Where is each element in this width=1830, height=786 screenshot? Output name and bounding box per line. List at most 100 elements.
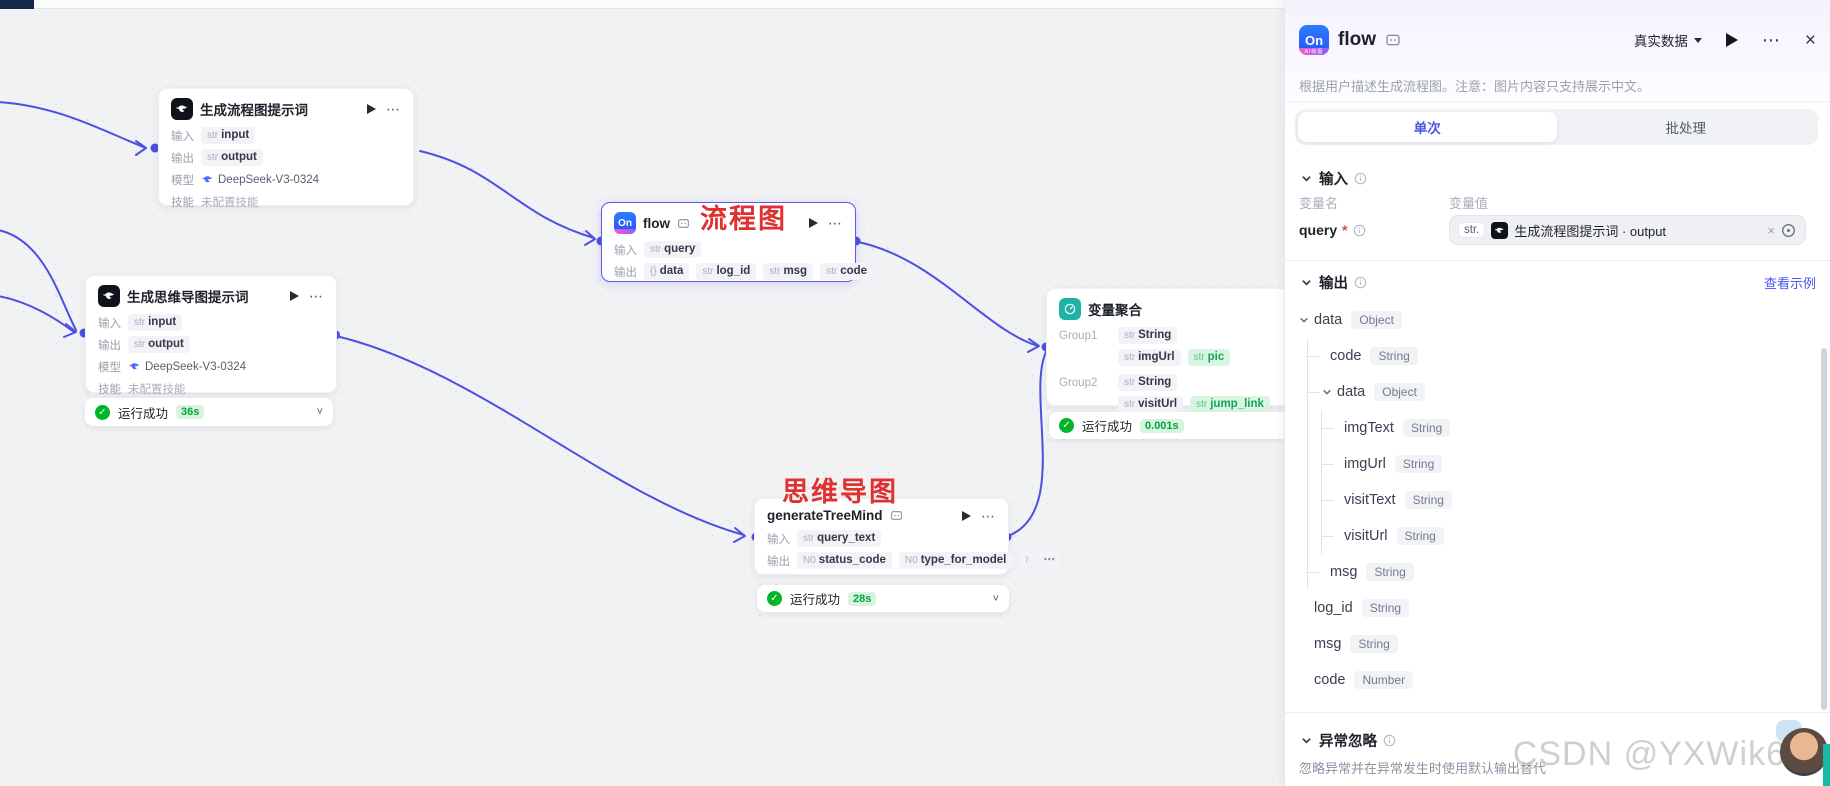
watermark-avatar [1776, 720, 1828, 776]
tree-row: data Object [1299, 302, 1816, 338]
run-status-text: 运行成功 [790, 593, 841, 607]
annotation-mindmap: 思维导图 [782, 477, 898, 507]
deepseek-ref-icon [1491, 221, 1509, 239]
param-chip: N0co [1019, 552, 1032, 569]
model-label: 模型 [98, 361, 121, 374]
output-label: 输出 [171, 152, 194, 165]
run-node-button[interactable] [367, 104, 376, 114]
node-more-button[interactable]: ⋯ [828, 216, 843, 230]
tab-batch[interactable]: 批处理 [1557, 112, 1816, 142]
panel-title: flow [1338, 29, 1376, 50]
info-icon[interactable] [1354, 276, 1367, 289]
plugin-badge-icon [678, 218, 689, 228]
skill-label: 技能 [98, 383, 121, 396]
input-label: 输入 [98, 317, 121, 330]
param-chip: str input [128, 314, 183, 331]
chevron-down-icon[interactable]: ˅ [317, 406, 323, 418]
node-d-run-status[interactable]: ✓ 运行成功 0.001s [1049, 412, 1289, 439]
aggregate-node-icon [1059, 298, 1081, 320]
node-description: 根据用户描述生成流程图。注意：图片内容只支持展示中文。 [1299, 79, 1651, 94]
data-mode-dropdown[interactable]: 真实数据 [1634, 30, 1702, 50]
exception-section-title: 异常忽略 [1319, 734, 1377, 750]
tree-row: msg String [1308, 554, 1816, 590]
query-value-field[interactable]: str. 生成流程图提示词 · output × [1449, 215, 1806, 245]
info-icon[interactable] [1383, 734, 1396, 747]
more-params-chip[interactable]: ⋯ [1038, 552, 1060, 569]
param-chip: str msg [763, 263, 814, 280]
param-chip: str visitUrl [1118, 396, 1184, 413]
tree-row: visitText String [1322, 482, 1816, 518]
node-mindmap-prompt[interactable]: 生成思维导图提示词 ⋯ 输入 str input 输出 str output 模型 … [85, 275, 337, 396]
node-e-run-status[interactable]: ✓ 运行成功 28s ˅ [757, 585, 1009, 612]
output-label: 输出 [767, 555, 790, 568]
run-duration-badge: 28s [848, 591, 877, 606]
param-chip: {} data [644, 263, 690, 280]
run-node-button[interactable] [809, 218, 818, 228]
run-node-button[interactable] [290, 291, 299, 301]
deepseek-node-icon [98, 285, 120, 307]
chevron-down-icon[interactable]: ˅ [993, 593, 999, 605]
run-panel-button[interactable] [1725, 33, 1738, 47]
node-flowchart-prompt[interactable]: 生成流程图提示词 ⋯ 输入 str input 输出 str output 模型 D… [158, 88, 414, 209]
param-chip: str output [201, 149, 263, 166]
tree-row: code Number [1299, 662, 1816, 698]
param-chip: str code [820, 263, 874, 280]
skill-value: 未配置技能 [201, 196, 259, 209]
node-more-button[interactable]: ⋯ [309, 289, 324, 303]
group-label: Group2 [1059, 376, 1098, 389]
skill-value: 未配置技能 [128, 383, 186, 396]
model-whale-icon [129, 363, 140, 370]
reference-target-icon[interactable] [1781, 223, 1797, 238]
value-reference-text: 生成流程图提示词 · output [1514, 223, 1667, 239]
view-example-link[interactable]: 查看示例 [1764, 273, 1816, 292]
collapse-exception-chevron[interactable] [1299, 734, 1313, 748]
collapse-output-chevron[interactable] [1299, 276, 1313, 290]
param-chip: str String [1118, 374, 1178, 391]
annotation-flowchart: 流程图 [700, 204, 787, 234]
model-value: DeepSeek-V3-0324 [128, 360, 246, 373]
ondemand-node-icon: On [614, 212, 636, 234]
param-chip: str log_id [696, 263, 757, 280]
node-title: generateTreeMind [767, 508, 883, 523]
node-title: 生成思维导图提示词 [127, 290, 249, 305]
tab-single[interactable]: 单次 [1298, 112, 1557, 142]
panel-scrollbar-thumb[interactable] [1821, 348, 1827, 710]
close-panel-button[interactable]: × [1805, 31, 1816, 50]
info-icon[interactable] [1353, 224, 1366, 237]
collapse-input-chevron[interactable] [1299, 172, 1313, 186]
input-var-name: query * [1299, 222, 1366, 238]
group-label: Group1 [1059, 329, 1098, 342]
tree-row: code String [1308, 338, 1816, 374]
input-label: 输入 [767, 533, 790, 546]
input-label: 输入 [171, 130, 194, 143]
param-chip: str output [128, 336, 190, 353]
success-check-icon: ✓ [95, 404, 110, 420]
node-more-button[interactable]: ⋯ [981, 509, 996, 523]
skill-label: 技能 [171, 196, 194, 209]
node-title: 生成流程图提示词 [200, 103, 308, 118]
param-chip: str query_text [797, 530, 882, 547]
node-more-button[interactable]: ⋯ [386, 102, 401, 116]
param-chip: str String [1118, 327, 1178, 344]
watermark-teal-bar [1823, 744, 1830, 786]
clear-value-icon[interactable]: × [1767, 223, 1775, 238]
input-columns: 变量名 变量值 [1299, 196, 1489, 211]
input-section-title: 输入 [1319, 172, 1348, 188]
caret-down-icon [1693, 37, 1702, 43]
ref-chip: str pic [1187, 349, 1231, 366]
ondemand-panel-icon: On AI绘图 [1299, 25, 1329, 55]
node-b-run-status[interactable]: ✓ 运行成功 36s ˅ [85, 398, 333, 426]
node-variable-aggregate[interactable]: 变量聚合 Group1 str String str imgUrl str pic G… [1046, 288, 1296, 413]
run-node-button[interactable] [962, 510, 971, 521]
param-chip: N0 status_code [797, 552, 892, 569]
tree-row: log_id String [1299, 590, 1816, 626]
model-value: DeepSeek-V3-0324 [201, 173, 319, 186]
panel-more-button[interactable]: ⋯ [1762, 30, 1781, 51]
success-check-icon: ✓ [767, 591, 782, 606]
info-icon[interactable] [1354, 172, 1367, 185]
tree-chevron-icon[interactable] [1322, 387, 1337, 397]
tree-chevron-icon[interactable] [1299, 315, 1314, 325]
output-label: 输出 [98, 339, 121, 352]
node-generate-treemind[interactable]: generateTreeMind ⋯ 输入 str query_text 输出 N… [754, 498, 1060, 575]
output-label: 输出 [614, 266, 637, 279]
